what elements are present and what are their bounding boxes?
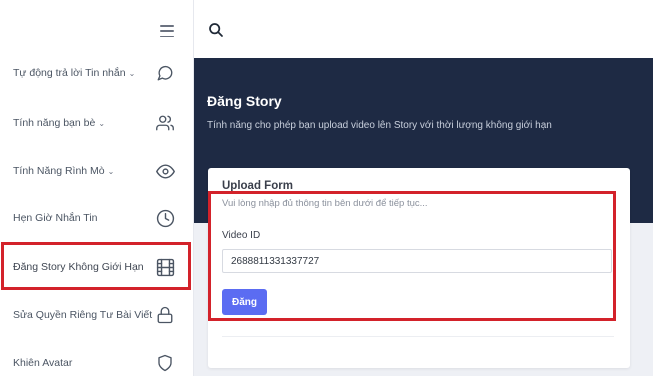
chevron-down-icon: ⌄ [128,69,136,78]
sidebar-item-schedule-message[interactable]: Hẹn Giờ Nhắn Tin [0,195,193,241]
sidebar-item-label: Sửa Quyền Riêng Tư Bài Viết [13,309,153,321]
sidebar-item-label: Tự động trả lời Tin nhắn ⌄ [13,67,136,79]
video-id-input[interactable] [222,249,612,273]
users-icon [154,112,176,134]
chevron-down-icon: ⌄ [98,119,106,128]
submit-button[interactable]: Đăng [222,289,267,315]
topbar [194,0,653,58]
clock-icon [154,207,176,229]
video-id-label: Video ID [222,230,261,241]
card-divider [222,336,614,337]
sidebar-item-label: Tính Năng Rình Mò ⌄ [13,165,115,177]
sidebar-item-avatar-shield[interactable]: Khiên Avatar [0,340,193,386]
hamburger-menu-icon[interactable] [160,25,174,37]
sidebar-item-post-privacy[interactable]: Sửa Quyền Riêng Tư Bài Viết [0,292,193,338]
lock-icon [154,304,176,326]
sidebar-item-label: Khiên Avatar [13,357,73,369]
page-subtitle: Tính năng cho phép bạn upload video lên … [207,120,552,131]
sidebar: Tự động trả lời Tin nhắn ⌄ Tính năng bạn … [0,0,194,376]
sidebar-header [0,0,193,54]
eye-icon [154,160,176,182]
chevron-down-icon: ⌄ [107,167,115,176]
sidebar-item-stalker[interactable]: Tính Năng Rình Mò ⌄ [0,148,193,194]
message-circle-icon [154,62,176,84]
page-title: Đăng Story [207,93,282,109]
sidebar-item-auto-reply[interactable]: Tự động trả lời Tin nhắn ⌄ [0,50,193,96]
sidebar-item-label: Tính năng bạn bè ⌄ [13,117,106,129]
form-description: Vui lòng nhập đủ thông tin bên dưới để t… [222,198,428,209]
film-icon [154,256,176,278]
shield-icon [154,352,176,374]
sidebar-item-friends[interactable]: Tính năng bạn bè ⌄ [0,100,193,146]
search-icon[interactable] [208,22,224,38]
sidebar-item-label: Đăng Story Không Giới Hạn [13,261,144,273]
upload-form-card: Upload Form Vui lòng nhập đủ thông tin b… [208,168,630,368]
form-title: Upload Form [222,180,293,192]
sidebar-item-label: Hẹn Giờ Nhắn Tin [13,212,98,224]
sidebar-item-post-story[interactable]: Đăng Story Không Giới Hạn [0,244,193,290]
